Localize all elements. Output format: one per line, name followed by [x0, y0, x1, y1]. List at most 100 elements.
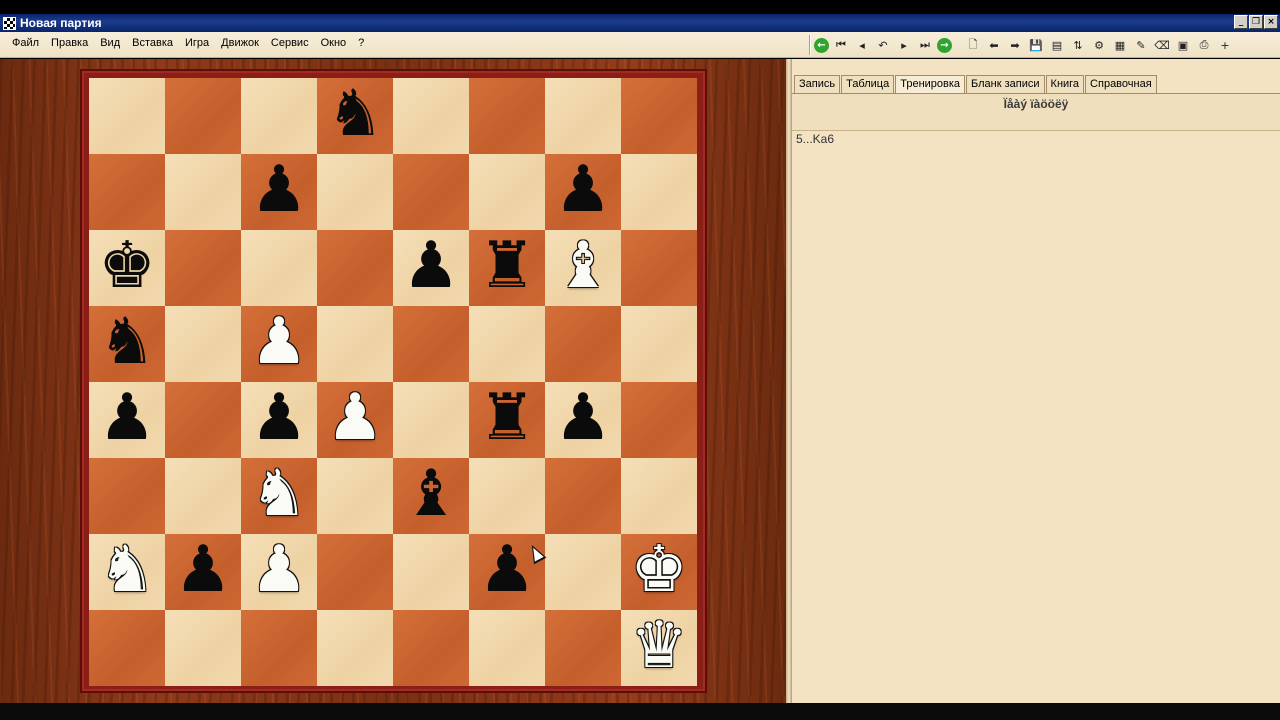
- square-h4[interactable]: [621, 382, 697, 458]
- pencil-icon[interactable]: ✎: [1132, 36, 1150, 54]
- tab-reference[interactable]: Справочная: [1085, 75, 1157, 93]
- square-f4[interactable]: ♜: [469, 382, 545, 458]
- square-g1[interactable]: [545, 610, 621, 686]
- square-h2[interactable]: ♚: [621, 534, 697, 610]
- square-h7[interactable]: [621, 154, 697, 230]
- white-knight-icon[interactable]: ♞: [250, 462, 307, 526]
- white-knight-icon[interactable]: ♞: [98, 538, 155, 602]
- square-b4[interactable]: [165, 382, 241, 458]
- print-icon[interactable]: ⎙: [1195, 36, 1213, 54]
- square-g3[interactable]: [545, 458, 621, 534]
- black-rook-icon[interactable]: ♜: [478, 234, 535, 298]
- square-d7[interactable]: [317, 154, 393, 230]
- square-e7[interactable]: [393, 154, 469, 230]
- square-a8[interactable]: [89, 78, 165, 154]
- white-king-icon[interactable]: ♚: [630, 538, 687, 602]
- square-b1[interactable]: [165, 610, 241, 686]
- square-d1[interactable]: [317, 610, 393, 686]
- square-b5[interactable]: [165, 306, 241, 382]
- black-knight-icon[interactable]: ♞: [98, 310, 155, 374]
- eraser-icon[interactable]: ⌫: [1153, 36, 1171, 54]
- first-move-icon[interactable]: ⏮: [832, 36, 850, 54]
- black-pawn-icon[interactable]: ♟: [554, 158, 611, 222]
- new-document-icon[interactable]: 🗋: [964, 36, 982, 54]
- square-e3[interactable]: ♝: [393, 458, 469, 534]
- square-e4[interactable]: [393, 382, 469, 458]
- black-pawn-icon[interactable]: ♟: [554, 386, 611, 450]
- close-button[interactable]: ×: [1264, 15, 1278, 29]
- square-f8[interactable]: [469, 78, 545, 154]
- last-move-icon[interactable]: ⏭: [916, 36, 934, 54]
- square-h6[interactable]: [621, 230, 697, 306]
- square-h1[interactable]: ♛: [621, 610, 697, 686]
- square-c6[interactable]: [241, 230, 317, 306]
- square-b6[interactable]: [165, 230, 241, 306]
- white-pawn-icon[interactable]: ♟: [250, 538, 307, 602]
- square-d2[interactable]: [317, 534, 393, 610]
- restore-button[interactable]: ❐: [1249, 15, 1263, 29]
- next-move-icon[interactable]: ▸: [895, 36, 913, 54]
- white-pawn-icon[interactable]: ♟: [250, 310, 307, 374]
- forward-arrow-icon[interactable]: ➡: [1006, 36, 1024, 54]
- square-g2[interactable]: [545, 534, 621, 610]
- square-e5[interactable]: [393, 306, 469, 382]
- square-d6[interactable]: [317, 230, 393, 306]
- tab-table[interactable]: Таблица: [841, 75, 895, 93]
- square-f6[interactable]: ♜: [469, 230, 545, 306]
- save-icon[interactable]: 💾: [1027, 36, 1045, 54]
- black-pawn-icon[interactable]: ♟: [402, 234, 459, 298]
- menu-edit[interactable]: Правка: [45, 37, 94, 49]
- black-king-icon[interactable]: ♚: [98, 234, 155, 298]
- menu-insert[interactable]: Вставка: [126, 37, 179, 49]
- menu-file[interactable]: Файл: [6, 37, 45, 49]
- square-b7[interactable]: [165, 154, 241, 230]
- black-bishop-icon[interactable]: ♝: [402, 462, 459, 526]
- white-pawn-icon[interactable]: ♟: [326, 386, 383, 450]
- square-e1[interactable]: [393, 610, 469, 686]
- flip-icon[interactable]: ⇅: [1069, 36, 1087, 54]
- go-forward-icon[interactable]: →: [937, 37, 952, 53]
- tab-notation[interactable]: Запись: [794, 75, 841, 93]
- square-f5[interactable]: [469, 306, 545, 382]
- undo-icon[interactable]: ↶: [874, 36, 892, 54]
- square-f1[interactable]: [469, 610, 545, 686]
- square-e2[interactable]: [393, 534, 469, 610]
- square-f7[interactable]: [469, 154, 545, 230]
- white-bishop-icon[interactable]: ♝: [554, 234, 611, 298]
- square-g6[interactable]: ♝: [545, 230, 621, 306]
- chess-board[interactable]: ♞ ♟ ♟ ♚ ♟ ♜ ♝ ♞ ♟ ♟ ♟ ♟ ♜ ♟ ♞ ♝ ♞ ♟ ♟ ♟ ♚ ♛: [89, 78, 697, 686]
- database-icon[interactable]: ▤: [1048, 36, 1066, 54]
- move-notation[interactable]: 5...Ka6: [796, 132, 834, 146]
- square-a5[interactable]: ♞: [89, 306, 165, 382]
- go-back-icon[interactable]: ←: [814, 37, 829, 53]
- square-b3[interactable]: [165, 458, 241, 534]
- back-arrow-icon[interactable]: ⬅: [985, 36, 1003, 54]
- square-c8[interactable]: [241, 78, 317, 154]
- prev-move-icon[interactable]: ◂: [853, 36, 871, 54]
- square-f3[interactable]: [469, 458, 545, 534]
- square-a3[interactable]: [89, 458, 165, 534]
- square-d8[interactable]: ♞: [317, 78, 393, 154]
- menu-help[interactable]: ?: [352, 37, 370, 49]
- square-d3[interactable]: [317, 458, 393, 534]
- menu-engine[interactable]: Движок: [215, 37, 265, 49]
- square-h5[interactable]: [621, 306, 697, 382]
- square-d5[interactable]: [317, 306, 393, 382]
- black-pawn-icon[interactable]: ♟: [250, 158, 307, 222]
- camera-icon[interactable]: ▣: [1174, 36, 1192, 54]
- menu-view[interactable]: Вид: [94, 37, 126, 49]
- white-queen-icon[interactable]: ♛: [630, 614, 687, 678]
- square-c2[interactable]: ♟: [241, 534, 317, 610]
- square-a6[interactable]: ♚: [89, 230, 165, 306]
- tab-scoresheet[interactable]: Бланк записи: [966, 75, 1045, 93]
- board-icon[interactable]: ▦: [1111, 36, 1129, 54]
- square-c1[interactable]: [241, 610, 317, 686]
- square-c7[interactable]: ♟: [241, 154, 317, 230]
- square-a7[interactable]: [89, 154, 165, 230]
- black-pawn-icon[interactable]: ♟: [174, 538, 231, 602]
- square-g8[interactable]: [545, 78, 621, 154]
- square-c5[interactable]: ♟: [241, 306, 317, 382]
- black-pawn-icon[interactable]: ♟: [250, 386, 307, 450]
- square-a4[interactable]: ♟: [89, 382, 165, 458]
- square-c3[interactable]: ♞: [241, 458, 317, 534]
